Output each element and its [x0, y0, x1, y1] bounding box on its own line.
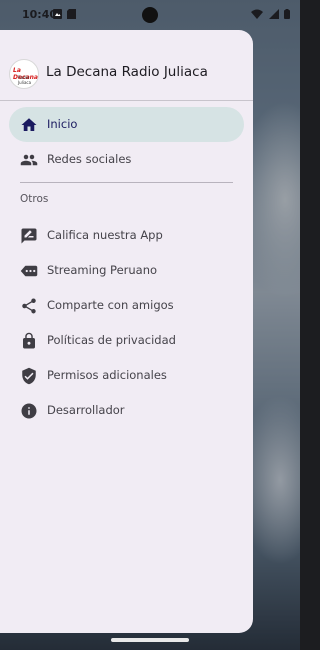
nav-label-streaming-peruano: Streaming Peruano [47, 263, 158, 277]
section-title-otros: Otros [20, 193, 49, 205]
nav-item-desarrollador[interactable]: Desarrollador [9, 393, 244, 428]
app-title: La Decana Radio Juliaca [46, 64, 208, 80]
info-icon [20, 402, 38, 420]
signal-icon [268, 9, 279, 19]
nav-label-califica-nuestra-app: Califica nuestra App [47, 228, 163, 242]
nav-label-desarrollador: Desarrollador [47, 403, 125, 417]
share-icon [20, 297, 38, 315]
nav-item-califica-nuestra-app[interactable]: Califica nuestra App [9, 218, 244, 253]
battery-icon [284, 9, 290, 19]
nav-item-comparte-con-amigos[interactable]: Comparte con amigos [9, 288, 244, 323]
rate-review-icon [20, 227, 38, 245]
nav-item-inicio[interactable]: Inicio [9, 107, 244, 142]
nav-item-redes-sociales[interactable]: Redes sociales [9, 142, 244, 177]
gesture-home-indicator[interactable] [111, 638, 189, 642]
drawer-header: La Decana Radio Juliaca La Decana Radio … [0, 54, 253, 94]
navigation-drawer: La Decana Radio Juliaca La Decana Radio … [0, 30, 253, 633]
nav-item-streaming-peruano[interactable]: Streaming Peruano [9, 253, 244, 288]
people-icon [20, 151, 38, 169]
notification-photo-icon [53, 9, 62, 19]
lock-icon [20, 332, 38, 350]
camera-cutout [142, 7, 158, 23]
nav-label-politicas-de-privacidad: Políticas de privacidad [47, 333, 176, 347]
verified-shield-icon [20, 367, 38, 385]
nav-item-permisos-adicionales[interactable]: Permisos adicionales [9, 358, 244, 393]
label-tag-icon [20, 262, 38, 280]
header-divider [0, 100, 253, 101]
app-logo: La Decana Radio Juliaca [9, 59, 39, 89]
nav-label-comparte-con-amigos: Comparte con amigos [47, 298, 174, 312]
notification-sim-icon [67, 9, 76, 19]
nav-label-inicio: Inicio [47, 117, 78, 131]
home-icon [20, 116, 38, 134]
status-bar: 10:40 [0, 0, 300, 30]
nav-item-politicas-de-privacidad[interactable]: Políticas de privacidad [9, 323, 244, 358]
section-divider [20, 182, 233, 183]
logo-subtext: Radio Juliaca [18, 75, 32, 85]
nav-label-redes-sociales: Redes sociales [47, 152, 132, 166]
nav-label-permisos-adicionales: Permisos adicionales [47, 368, 167, 382]
wifi-icon [251, 9, 263, 19]
status-time: 10:40 [22, 8, 58, 21]
